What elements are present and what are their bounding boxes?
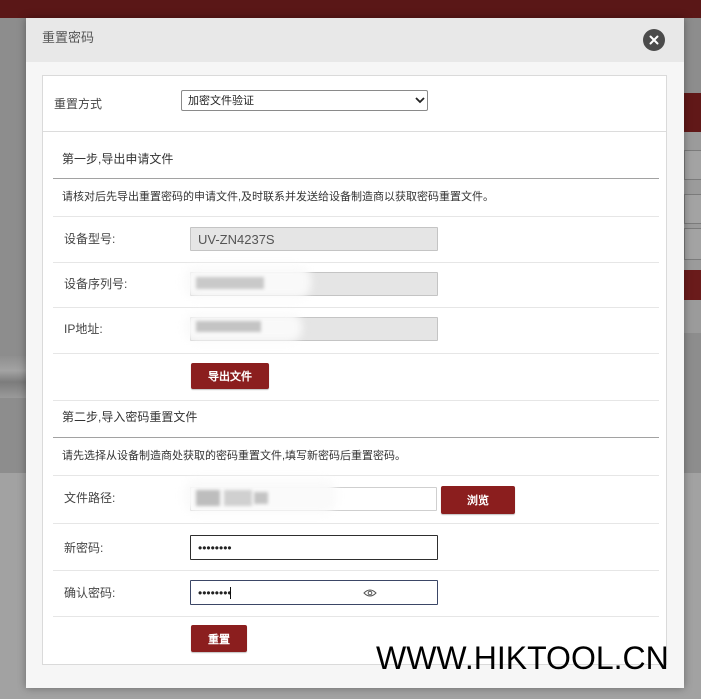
page-header-strip	[0, 0, 701, 18]
step1-title: 第一步,导出申请文件	[62, 152, 174, 166]
browse-button[interactable]: 浏览	[441, 486, 515, 514]
new-password-input[interactable]	[190, 535, 438, 560]
file-path-label: 文件路径:	[64, 491, 116, 505]
row-divider	[53, 216, 659, 217]
section-divider	[43, 131, 666, 132]
row-divider	[53, 353, 659, 354]
login-password-field	[684, 194, 701, 224]
eye-icon[interactable]	[363, 588, 377, 598]
row-divider	[53, 307, 659, 308]
row-divider	[53, 475, 659, 476]
step1-title-underline	[53, 178, 659, 179]
ip-address-label: IP地址:	[64, 322, 103, 336]
reset-method-select-wrap: 加密文件验证	[181, 90, 428, 111]
text-caret	[230, 587, 231, 599]
login-panel-header	[684, 93, 701, 132]
dialog-title: 重置密码	[42, 30, 95, 45]
row-divider	[53, 400, 659, 401]
login-button	[684, 270, 701, 300]
background-photo	[0, 356, 26, 398]
login-username-field	[684, 150, 701, 180]
reset-password-dialog: 重置密码 重置方式 加密文件验证 第一步,导出申请文件 请核对后先导出重置密码的…	[26, 18, 684, 688]
step2-title: 第二步,导入密码重置文件	[62, 410, 198, 424]
watermark-text: WWW.HIKTOOL.CN	[376, 640, 669, 676]
device-model-label: 设备型号:	[64, 232, 116, 246]
close-button[interactable]	[643, 29, 665, 51]
confirm-password-input[interactable]	[190, 580, 438, 605]
confirm-password-label: 确认密码:	[64, 586, 116, 600]
dialog-header	[26, 18, 684, 62]
redacted-content-blur	[196, 490, 220, 506]
reset-form: 重置方式 加密文件验证 第一步,导出申请文件 请核对后先导出重置密码的申请文件,…	[42, 75, 667, 665]
new-password-label: 新密码:	[64, 541, 104, 555]
close-icon	[649, 35, 659, 45]
row-divider	[53, 262, 659, 263]
redacted-content-blur	[196, 277, 264, 289]
reset-button[interactable]: 重置	[191, 625, 247, 652]
redacted-content-blur	[196, 321, 261, 332]
step2-title-underline	[53, 437, 659, 438]
redacted-content-blur	[224, 490, 252, 506]
redacted-content-blur	[254, 492, 268, 504]
row-divider	[53, 570, 659, 571]
row-divider	[53, 616, 659, 617]
row-divider	[53, 523, 659, 524]
reset-method-select[interactable]: 加密文件验证	[181, 90, 428, 111]
device-model-input	[190, 227, 438, 251]
reset-method-label: 重置方式	[54, 97, 103, 111]
step1-description: 请核对后先导出重置密码的申请文件,及时联系并发送给设备制造商以获取密码重置文件。	[62, 191, 495, 203]
login-language-select	[684, 228, 701, 260]
serial-number-label: 设备序列号:	[64, 277, 128, 291]
step2-description: 请先选择从设备制造商处获取的密码重置文件,填写新密码后重置密码。	[62, 450, 407, 462]
export-file-button[interactable]: 导出文件	[191, 363, 269, 389]
